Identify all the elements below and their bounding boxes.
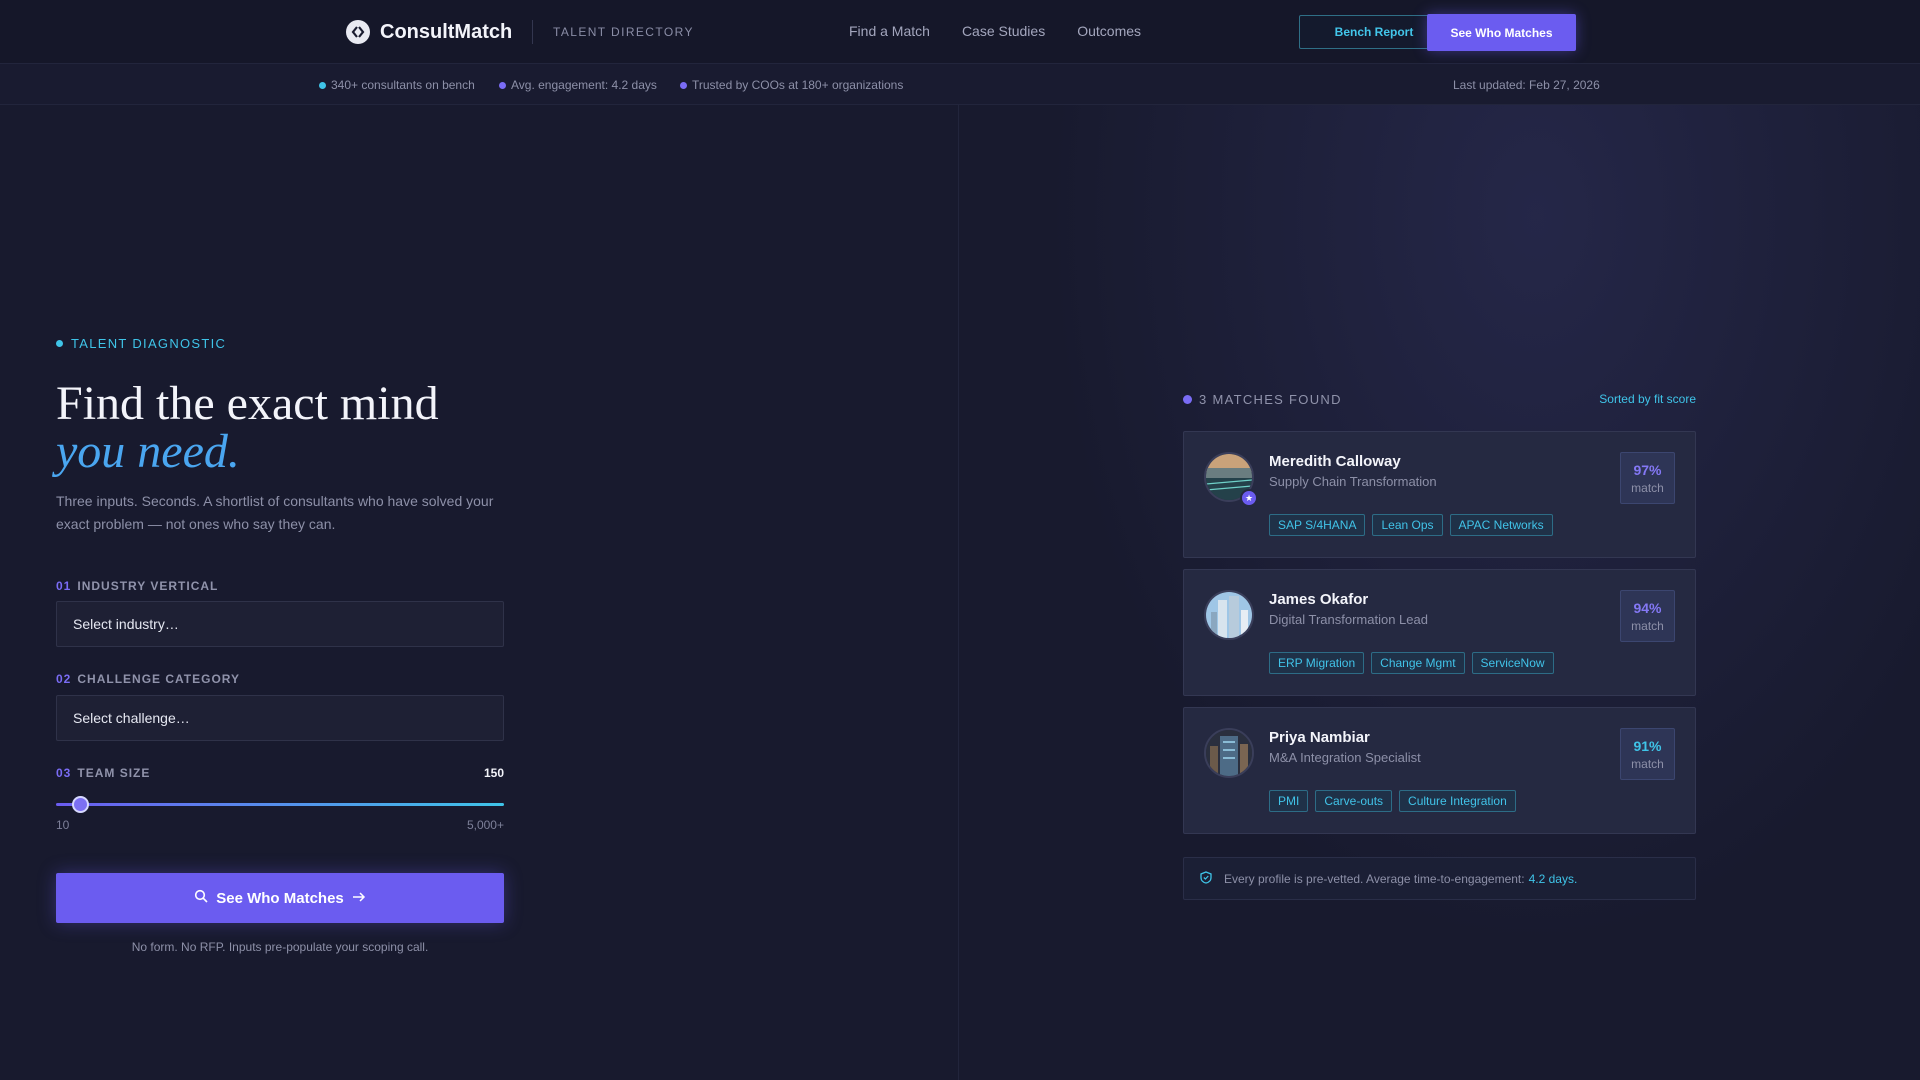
matches-count: 3 MATCHES FOUND [1183,392,1342,407]
skill-tag[interactable]: Culture Integration [1399,790,1516,812]
status-dot [1183,395,1192,404]
avatar [1204,728,1254,778]
stat-text: Avg. engagement: 4.2 days [511,78,657,92]
matches-count-text: 3 MATCHES FOUND [1199,392,1342,407]
consultant-role: Digital Transformation Lead [1269,612,1428,627]
slider-min-label: 10 [56,818,70,832]
consultant-card[interactable]: James Okafor Digital Transformation Lead… [1183,569,1696,696]
button-label: See Who Matches [216,889,344,907]
logo-divider [532,20,533,44]
label-text: INDUSTRY VERTICAL [77,579,219,593]
skill-tag[interactable]: SAP S/4HANA [1269,514,1366,536]
stat-engagement: Avg. engagement: 4.2 days [499,78,657,92]
industry-label: 01 INDUSTRY VERTICAL [56,579,218,593]
fit-score: 94% match [1620,590,1675,642]
skill-tags: SAP S/4HANA Lean Ops APAC Networks [1269,514,1553,536]
vetted-notice: Every profile is pre-vetted. Average tim… [1183,857,1696,900]
vetted-text: Every profile is pre-vetted. Average tim… [1224,871,1525,886]
team-size-slider[interactable] [56,803,504,806]
search-icon [194,889,208,907]
score-value: 94% [1633,599,1662,616]
slider-max-label: 5,000+ [466,818,504,832]
star-icon: ★ [1240,489,1258,507]
status-dot [56,340,63,347]
industry-select[interactable]: Select industry… [56,601,504,647]
status-dot [499,81,506,89]
score-label: match [1631,480,1664,495]
column-divider [958,105,959,1080]
top-navigation: ConsultMatch TALENT DIRECTORY Find a Mat… [0,0,1920,64]
header-see-matches-button[interactable]: See Who Matches [1427,14,1576,51]
consultant-name: Meredith Calloway [1269,453,1401,470]
title-line-1: Find the exact mind [56,377,439,430]
fit-score: 91% match [1620,728,1675,780]
status-dot [680,81,687,89]
skill-tag[interactable]: ServiceNow [1471,652,1554,674]
avatar [1204,590,1254,640]
nav-case-studies[interactable]: Case Studies [962,23,1045,39]
skill-tags: ERP Migration Change Mgmt ServiceNow [1269,652,1554,674]
score-label: match [1631,756,1664,771]
form-eyebrow: TALENT DIAGNOSTIC [56,336,226,351]
section-label: TALENT DIRECTORY [553,25,694,39]
page-title: Find the exact mind you need. [56,380,656,476]
label-text: CHALLENGE CATEGORY [77,672,241,686]
eyebrow-text: TALENT DIAGNOSTIC [71,336,227,351]
score-value: 97% [1633,461,1662,478]
consultant-role: M&A Integration Specialist [1269,750,1421,765]
challenge-label: 02 CHALLENGE CATEGORY [56,672,240,686]
see-who-matches-button[interactable]: See Who Matches [56,873,504,923]
shield-icon [1200,870,1212,887]
score-value: 91% [1633,737,1662,754]
team-size-label: 03 TEAM SIZE [56,766,150,780]
skill-tag[interactable]: Lean Ops [1372,514,1443,536]
nav-find-a-match[interactable]: Find a Match [849,23,930,39]
arrow-right-icon [352,890,366,907]
brand-logo[interactable]: ConsultMatch [346,20,512,44]
team-size-value: 150 [483,766,504,780]
label-text: TEAM SIZE [77,766,151,780]
step-number: 03 [56,766,72,780]
page-subtitle: Three inputs. Seconds. A shortlist of co… [56,493,494,532]
skill-tag[interactable]: Change Mgmt [1371,652,1465,674]
vetted-highlight: 4.2 days. [1528,871,1578,886]
score-label: match [1631,618,1664,633]
skill-tag[interactable]: PMI [1269,790,1309,812]
step-number: 02 [56,672,72,686]
stat-trusted: Trusted by COOs at 180+ organizations [680,78,903,92]
brand-name: ConsultMatch [380,20,513,43]
step-number: 01 [56,579,72,593]
skill-tag[interactable]: Carve-outs [1315,790,1393,812]
sort-indicator[interactable]: Sorted by fit score [1560,392,1696,406]
cta-note: No form. No RFP. Inputs pre-populate you… [131,940,429,954]
slider-handle[interactable] [72,796,90,813]
stat-consultants: 340+ consultants on bench [319,78,475,92]
challenge-select[interactable]: Select challenge… [56,695,504,741]
status-dot [319,81,326,89]
fit-score: 97% match [1620,452,1675,504]
consultant-card[interactable]: Priya Nambiar M&A Integration Specialist… [1183,707,1696,834]
consultant-role: Supply Chain Transformation [1269,474,1437,489]
stat-text: Trusted by COOs at 180+ organizations [692,78,904,92]
consultant-name: Priya Nambiar [1269,729,1370,746]
skill-tags: PMI Carve-outs Culture Integration [1269,790,1516,812]
main-nav: Find a Match Case Studies Outcomes [849,23,1141,39]
logo-icon [346,20,370,44]
stats-bar: 340+ consultants on bench Avg. engagemen… [0,64,1920,105]
stat-text: 340+ consultants on bench [331,78,475,92]
title-line-2: you need. [56,425,240,478]
skill-tag[interactable]: ERP Migration [1269,652,1365,674]
consultant-card[interactable]: ★ Meredith Calloway Supply Chain Transfo… [1183,431,1696,558]
consultant-name: James Okafor [1269,591,1369,608]
last-updated: Last updated: Feb 27, 2026 [1453,78,1600,92]
skill-tag[interactable]: APAC Networks [1449,514,1553,536]
nav-outcomes[interactable]: Outcomes [1077,23,1141,39]
